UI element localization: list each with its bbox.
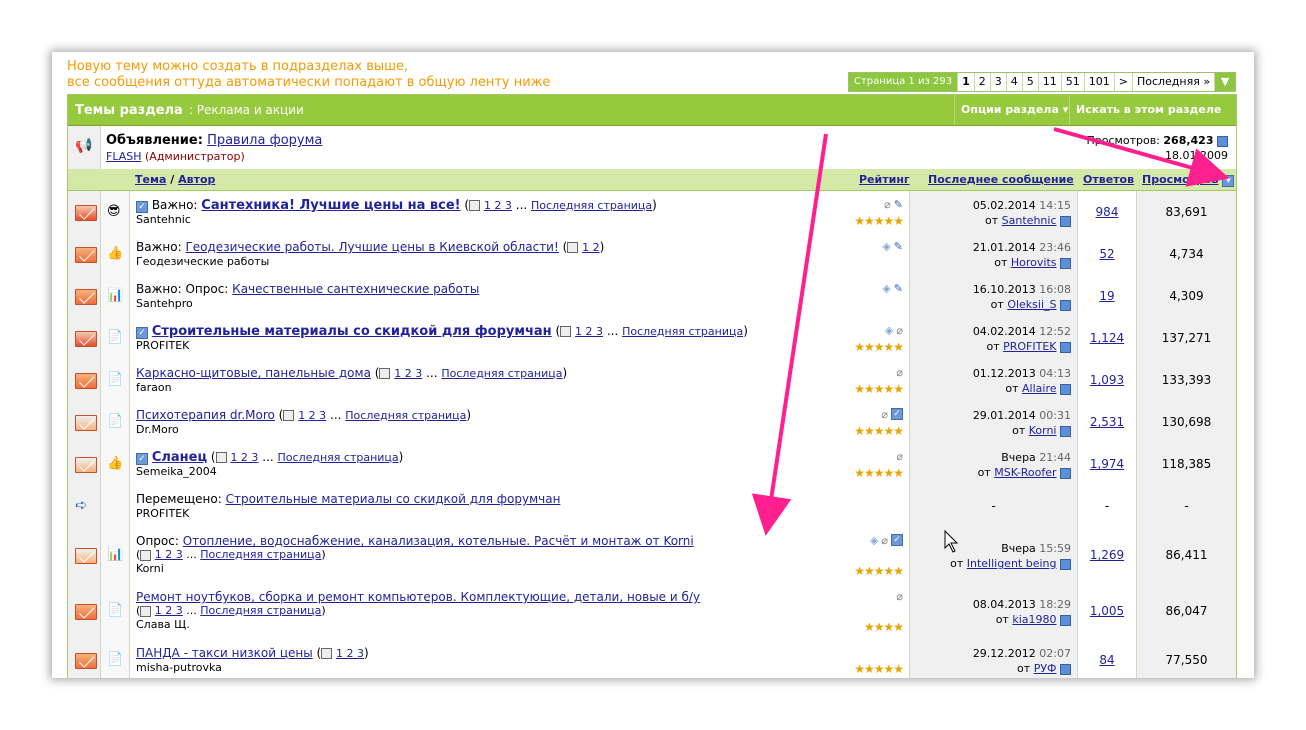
annotation-arrow-down xyxy=(751,133,828,536)
annotation-overlay xyxy=(751,127,1230,553)
annotation-arrow-right xyxy=(1053,127,1230,187)
mouse-cursor-icon xyxy=(944,529,959,553)
screenshot-frame: Новую тему можно создать в подразделах в… xyxy=(52,52,1254,678)
